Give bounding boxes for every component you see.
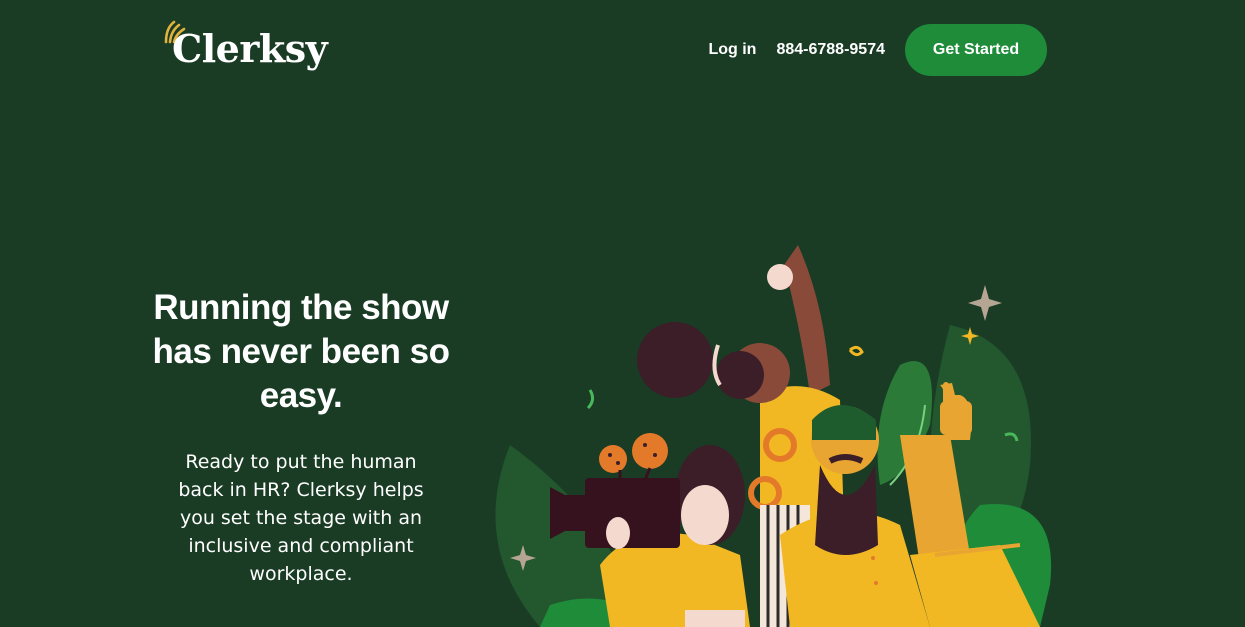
login-link[interactable]: Log in <box>708 41 756 59</box>
logo-wordmark: Clerksy <box>172 26 328 71</box>
hero-illustration <box>495 245 1052 627</box>
hero-copy: Running the show has never been so easy.… <box>150 286 452 588</box>
site-header: Clerksy Log in 884-6788-9574 Get Started <box>0 0 1245 100</box>
hero-title: Running the show has never been so easy. <box>152 288 450 415</box>
clerksy-logo[interactable]: Clerksy <box>162 18 328 78</box>
top-nav: Log in 884-6788-9574 Get Started <box>708 24 1047 76</box>
phone-link[interactable]: 884-6788-9574 <box>776 41 885 59</box>
hero-subtitle: Ready to put the human back in HR? Clerk… <box>178 451 424 585</box>
get-started-button[interactable]: Get Started <box>905 24 1047 76</box>
